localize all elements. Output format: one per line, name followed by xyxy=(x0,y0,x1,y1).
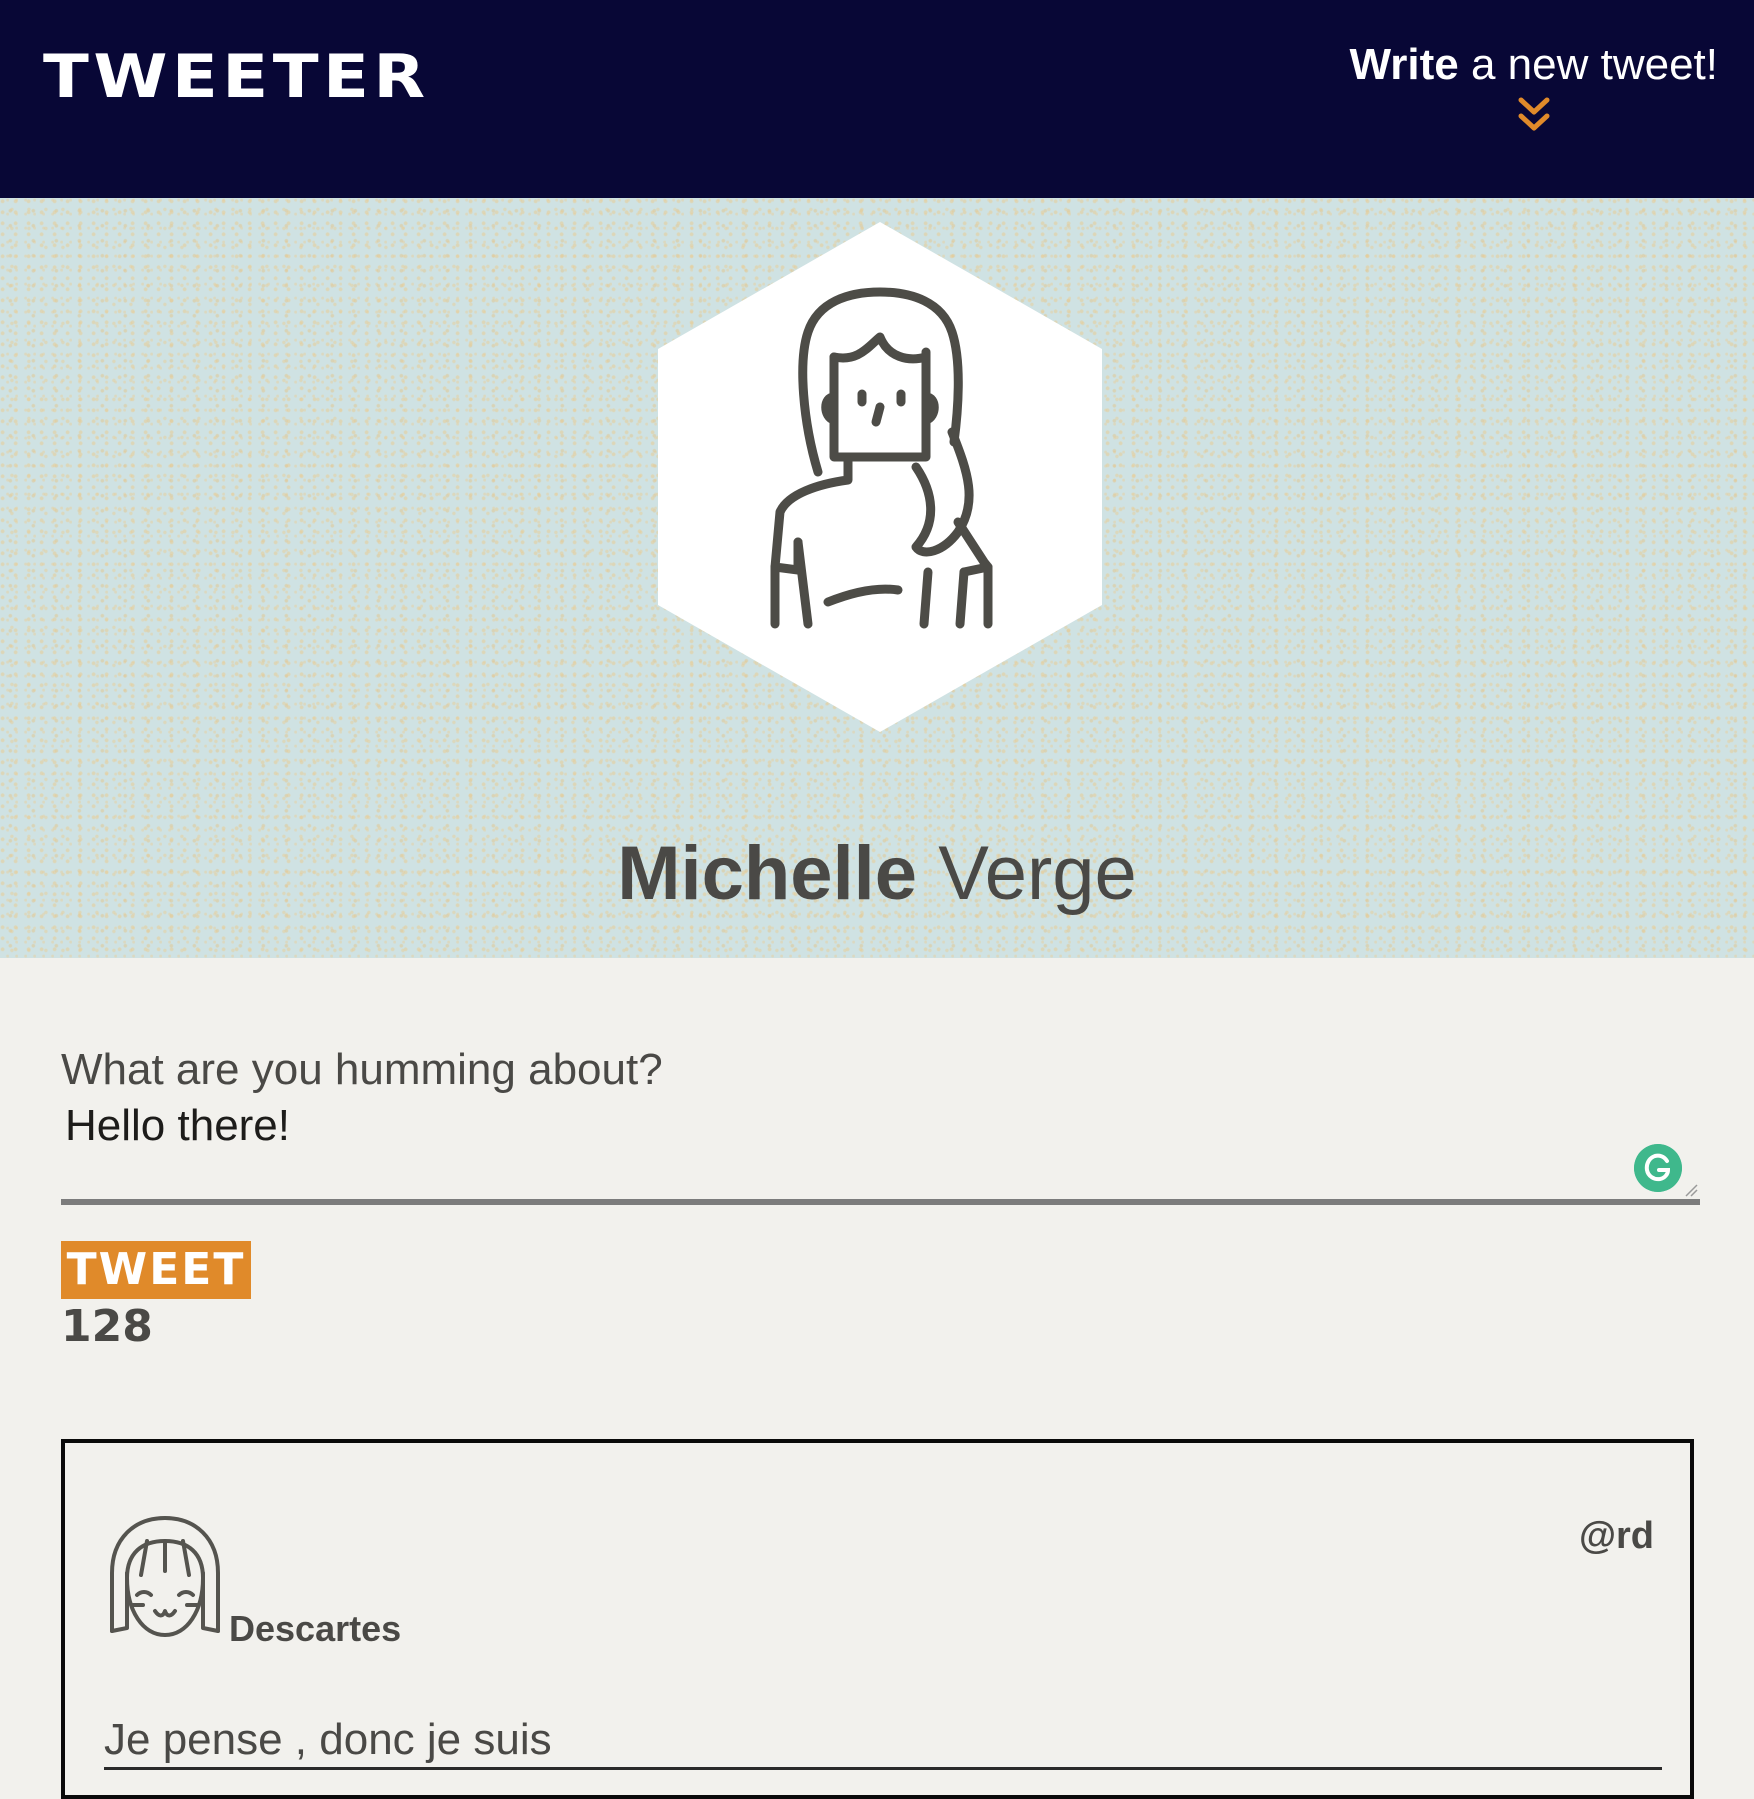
tweet-body: Je pense , donc je suis xyxy=(104,1715,1662,1770)
tweet-button[interactable]: TWEET xyxy=(61,1241,251,1299)
app-logo[interactable]: TWEETER xyxy=(43,42,430,112)
woman-avatar-icon xyxy=(658,222,1102,732)
navbar: TWEETER Write a new tweet! xyxy=(0,0,1754,198)
profile-name: Michelle Verge xyxy=(0,830,1754,917)
write-tweet-toggle[interactable]: Write a new tweet! xyxy=(1350,40,1718,136)
double-chevron-down-icon[interactable] xyxy=(1516,96,1552,136)
resize-handle-icon[interactable] xyxy=(1684,1183,1698,1197)
profile-first-name: Michelle xyxy=(617,831,918,916)
girl-avatar-icon xyxy=(110,1516,220,1637)
tweet-textarea[interactable]: Hello there! xyxy=(61,1101,1700,1205)
tweet-textarea-value[interactable]: Hello there! xyxy=(65,1101,290,1151)
composer-label: What are you humming about? xyxy=(61,1045,663,1094)
tweet-composer: What are you humming about? Hello there!… xyxy=(61,1045,1700,1352)
write-tweet-label[interactable]: Write a new tweet! xyxy=(1350,40,1718,90)
grammarly-icon[interactable] xyxy=(1634,1144,1682,1192)
character-counter: 128 xyxy=(61,1301,153,1352)
write-tweet-label-rest: a new tweet! xyxy=(1458,40,1718,89)
profile-banner: Michelle Verge xyxy=(0,198,1754,958)
tweet-author-handle: @rd xyxy=(1578,1515,1654,1557)
profile-last-name: Verge xyxy=(917,831,1137,916)
write-tweet-label-bold: Write xyxy=(1349,40,1459,89)
tweet-card: Descartes @rd Je pense , donc je suis xyxy=(61,1439,1694,1799)
tweet-author-name: Descartes xyxy=(229,1608,402,1649)
